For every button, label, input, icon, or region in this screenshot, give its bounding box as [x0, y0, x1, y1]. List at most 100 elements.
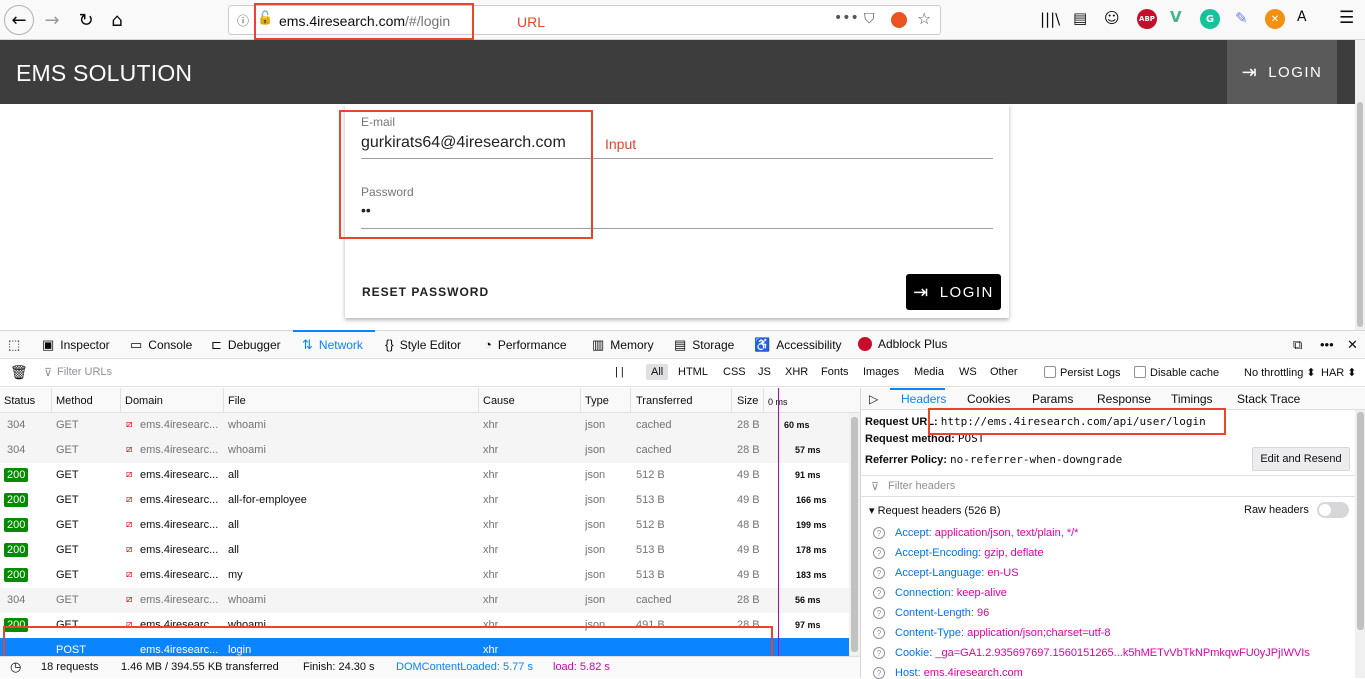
bookmark-star-icon[interactable]: ☆ — [917, 9, 931, 28]
library-icon[interactable]: |||\ — [1040, 10, 1060, 28]
timing-cell: 56 ms — [795, 595, 821, 605]
har-select[interactable]: HAR ⬍ — [1321, 366, 1357, 379]
tab-network[interactable]: ⇅ Network — [302, 337, 363, 353]
back-button[interactable]: ← — [4, 5, 34, 35]
header-login-button[interactable]: ⇥ LOGIN — [1227, 40, 1337, 104]
tab-adblock-plus[interactable]: Adblock Plus — [858, 337, 947, 351]
tab-memory[interactable]: ▥ Memory — [592, 337, 654, 353]
table-row[interactable]: 200 GET ⧄ ems.4iresearc... all-for-employee x… — [0, 488, 849, 513]
trash-icon[interactable]: 🗑 — [10, 364, 28, 381]
filter-all[interactable]: All — [646, 364, 669, 380]
details-scrollbar[interactable] — [1355, 410, 1365, 678]
tab-inspector[interactable]: ▣ Inspector — [42, 337, 110, 353]
pick-element-icon[interactable]: ⬚ — [8, 337, 20, 353]
help-icon[interactable]: ? — [873, 647, 885, 659]
reset-password-button[interactable]: RESET PASSWORD — [362, 285, 489, 299]
help-icon[interactable]: ? — [873, 627, 885, 639]
tab-cookies[interactable]: Cookies — [967, 392, 1010, 406]
filter-headers-input[interactable]: ⊽ Filter headers — [861, 475, 1355, 497]
insecure-icon: ⧄ — [126, 569, 133, 580]
home-button[interactable]: ⌂ — [101, 4, 133, 36]
request-headers-toggle[interactable]: ▾ Request headers (526 B) — [869, 504, 1001, 517]
help-icon[interactable]: ? — [873, 587, 885, 599]
table-row[interactable]: 200 GET ⧄ ems.4iresearc... all xhr json 512 B 48… — [0, 513, 849, 538]
tab-timings[interactable]: Timings — [1171, 392, 1213, 406]
throttling-select[interactable]: No throttling ⬍ — [1244, 366, 1316, 379]
filter-fonts[interactable]: Fonts — [821, 366, 849, 378]
col-file[interactable]: File — [228, 395, 246, 407]
page-actions-icon[interactable]: ••• — [834, 10, 859, 26]
tab-style-editor[interactable]: {} Style Editor — [385, 337, 461, 352]
sidebar-icon[interactable]: ▤ — [1073, 9, 1087, 27]
timing-cell: 57 ms — [795, 445, 821, 455]
filter-urls-input[interactable]: Filter URLs — [57, 366, 112, 378]
col-method[interactable]: Method — [56, 395, 93, 407]
eyedropper-icon[interactable]: ✎ — [1235, 9, 1248, 27]
method-cell: GET — [56, 544, 79, 556]
persist-logs-checkbox[interactable]: Persist Logs — [1044, 366, 1121, 379]
table-row[interactable]: 304 GET ⧄ ems.4iresearc... whoami xhr json cach… — [0, 413, 849, 438]
filter-other[interactable]: Other — [990, 366, 1018, 378]
filter-ws[interactable]: WS — [959, 366, 977, 378]
pause-icon[interactable]: | | — [615, 366, 624, 378]
col-status[interactable]: Status — [4, 395, 35, 407]
grammarly-icon[interactable]: G — [1200, 9, 1220, 29]
filter-images[interactable]: Images — [863, 366, 899, 378]
text-tool-icon[interactable]: A — [1297, 9, 1307, 25]
col-size[interactable]: Size — [737, 395, 758, 407]
table-row[interactable]: 304 GET ⧄ ems.4iresearc... whoami xhr json cach… — [0, 588, 849, 613]
filter-media[interactable]: Media — [914, 366, 944, 378]
cookie-icon[interactable]: ✕ — [1265, 9, 1285, 29]
info-icon[interactable]: ⓘ — [237, 12, 249, 29]
raw-headers-toggle[interactable] — [1317, 502, 1349, 518]
timing-cell: 166 ms — [796, 495, 827, 505]
pocket-icon[interactable]: ⛉ — [864, 11, 875, 27]
reload-button[interactable]: ↻ — [70, 4, 102, 36]
help-icon[interactable]: ? — [873, 547, 885, 559]
col-domain[interactable]: Domain — [125, 395, 163, 407]
tab-debugger[interactable]: ⊏ Debugger — [211, 337, 281, 353]
table-row[interactable]: 200 GET ⧄ ems.4iresearc... all xhr json 512 B 49… — [0, 463, 849, 488]
disable-cache-checkbox[interactable]: Disable cache — [1134, 366, 1219, 379]
tab-performance[interactable]: ◔ Performance — [484, 337, 567, 352]
tab-stack-trace[interactable]: Stack Trace — [1237, 392, 1300, 406]
dock-icon[interactable]: ⧉ — [1293, 337, 1302, 353]
tab-accessibility[interactable]: ♿ Accessibility — [754, 337, 842, 353]
ubuntu-icon[interactable] — [891, 12, 907, 28]
menu-icon[interactable]: ☰ — [1339, 8, 1354, 28]
col-transferred[interactable]: Transferred — [636, 395, 692, 407]
tab-storage[interactable]: ▤ Storage — [674, 337, 734, 353]
header-row: ? Accept-Language: en-US — [873, 567, 1019, 579]
help-icon[interactable]: ? — [873, 527, 885, 539]
table-scrollbar[interactable] — [849, 413, 860, 656]
tab-response[interactable]: Response — [1097, 392, 1151, 406]
edit-resend-button[interactable]: Edit and Resend — [1252, 447, 1350, 471]
account-icon[interactable]: ☺ — [1104, 9, 1120, 27]
col-cause[interactable]: Cause — [483, 395, 515, 407]
toggle-panel-icon[interactable]: ▷ — [869, 392, 878, 406]
tab-console[interactable]: ▭ Console — [130, 337, 192, 353]
help-icon[interactable]: ? — [873, 567, 885, 579]
help-icon[interactable]: ? — [873, 667, 885, 679]
table-row[interactable]: 200 GET ⧄ ems.4iresearc... all xhr json 513 B 49… — [0, 538, 849, 563]
more-options-icon[interactable]: ••• — [1320, 337, 1334, 352]
vue-devtools-icon[interactable]: V — [1170, 8, 1182, 26]
filter-js[interactable]: JS — [758, 366, 771, 378]
request-table-header: Status Method Domain File Cause Type Tra… — [0, 388, 860, 413]
table-row[interactable]: 304 GET ⧄ ems.4iresearc... whoami xhr json cach… — [0, 438, 849, 463]
filter-html[interactable]: HTML — [678, 366, 708, 378]
forward-button[interactable]: → — [36, 4, 68, 36]
table-row[interactable]: 200 GET ⧄ ems.4iresearc... my xhr json 513 B 49 … — [0, 563, 849, 588]
tab-params[interactable]: Params — [1032, 392, 1073, 406]
adblock-icon[interactable]: ABP — [1137, 9, 1157, 29]
login-button[interactable]: ⇥ LOGIN — [906, 274, 1001, 310]
tab-headers[interactable]: Headers — [901, 392, 946, 406]
filter-css[interactable]: CSS — [723, 366, 746, 378]
file-cell: whoami — [228, 444, 266, 456]
close-devtools-icon[interactable]: ✕ — [1347, 337, 1358, 353]
filter-xhr[interactable]: XHR — [785, 366, 808, 378]
help-icon[interactable]: ? — [873, 607, 885, 619]
page-scrollbar[interactable] — [1355, 40, 1365, 330]
col-type[interactable]: Type — [585, 395, 609, 407]
performance-analysis-icon[interactable]: ◷ — [10, 659, 21, 675]
